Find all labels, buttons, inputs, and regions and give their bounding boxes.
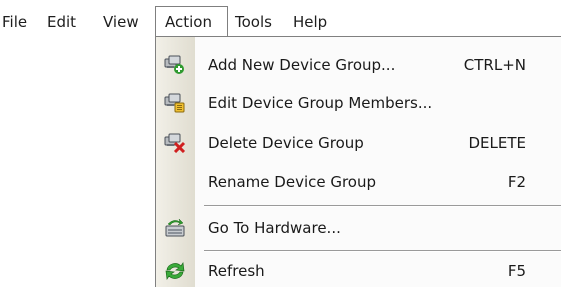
menu-item-shortcut: CTRL+N — [463, 56, 526, 74]
menu-item-label: Refresh — [208, 262, 265, 280]
menu-item-delete-device-group[interactable]: Delete Device Group DELETE — [156, 124, 561, 162]
menu-item-label: Rename Device Group — [208, 173, 377, 191]
menu-item-shortcut: DELETE — [468, 134, 526, 152]
menu-separator — [204, 205, 561, 207]
hardware-icon — [164, 218, 186, 238]
menu-help[interactable]: Help — [293, 11, 327, 33]
edit-device-group-icon — [164, 93, 186, 113]
menu-item-label: Add New Device Group... — [208, 56, 396, 74]
menu-item-label: Edit Device Group Members... — [208, 94, 433, 112]
menu-edit[interactable]: Edit — [47, 11, 76, 33]
menu-item-shortcut: F2 — [507, 173, 526, 191]
menu-item-add-device-group[interactable]: Add New Device Group... CTRL+N — [156, 46, 561, 84]
menu-tools[interactable]: Tools — [235, 11, 272, 33]
refresh-icon — [164, 261, 186, 281]
menu-item-go-to-hardware[interactable]: Go To Hardware... — [156, 209, 561, 247]
menu-item-rename-device-group[interactable]: Rename Device Group F2 — [156, 163, 561, 201]
menu-item-label: Delete Device Group — [208, 134, 364, 152]
action-dropdown-menu: Add New Device Group... CTRL+N Edit Devi… — [155, 36, 561, 287]
menu-item-edit-device-group-members[interactable]: Edit Device Group Members... — [156, 84, 561, 122]
menu-item-refresh[interactable]: Refresh F5 — [156, 252, 561, 290]
add-device-group-icon — [164, 55, 186, 75]
menu-action[interactable]: Action — [155, 6, 228, 37]
delete-device-group-icon — [164, 133, 186, 154]
menu-item-shortcut: F5 — [507, 262, 526, 280]
menu-file[interactable]: File — [2, 11, 27, 33]
menu-item-label: Go To Hardware... — [208, 219, 341, 237]
menu-view[interactable]: View — [103, 11, 139, 33]
